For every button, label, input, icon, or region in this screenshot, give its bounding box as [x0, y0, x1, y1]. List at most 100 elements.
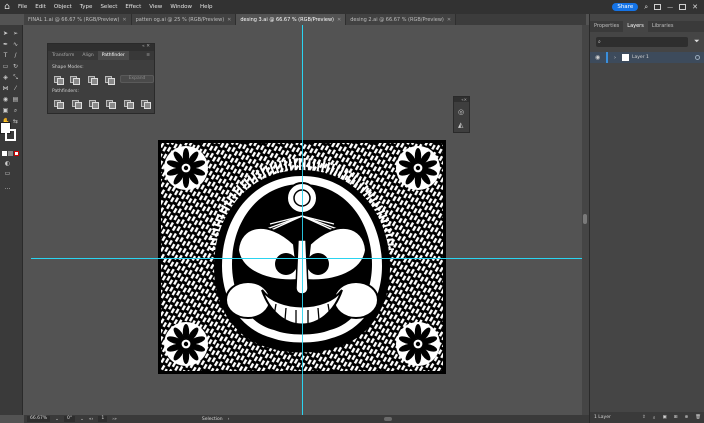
doc-tab[interactable]: desing 2.ai @ 66.67 % (RGB/Preview) ✕	[346, 14, 457, 25]
panel-menu-icon[interactable]: ≡	[142, 51, 154, 60]
chevron-down-icon[interactable]: ⌄	[80, 417, 84, 422]
layer-name[interactable]: Layer 1	[632, 55, 649, 60]
expand-button[interactable]: Expand	[120, 75, 154, 83]
exclude-button[interactable]	[105, 76, 115, 85]
curvature-tool-icon[interactable]: ∿	[12, 42, 19, 48]
artboard-number-field[interactable]: 1	[98, 416, 108, 422]
width-tool-icon[interactable]: ⋈	[2, 86, 9, 92]
gradient-mode-icon[interactable]	[8, 151, 13, 156]
panel-header[interactable]: «✕	[454, 97, 469, 102]
menu-type[interactable]: Type	[76, 4, 97, 10]
menu-effect[interactable]: Effect	[121, 4, 145, 10]
zoom-field[interactable]: 66.67%	[27, 416, 51, 422]
stroke-color-swatch[interactable]	[5, 129, 16, 141]
close-icon[interactable]: ✕	[692, 3, 698, 11]
menu-bar: ⌂ File Edit Object Type Select Effect Vi…	[0, 0, 704, 14]
minus-back-button[interactable]	[141, 100, 151, 109]
divide-button[interactable]	[54, 100, 64, 109]
zoom-tool-icon[interactable]: ⌕	[12, 108, 19, 114]
shape-builder-tool-icon[interactable]: ◉	[2, 97, 9, 103]
merge-button[interactable]	[89, 100, 99, 109]
share-button[interactable]: Share	[612, 3, 639, 11]
gradient-tool-icon[interactable]: ▤	[12, 97, 19, 103]
search-icon[interactable]: ⌕	[644, 3, 648, 12]
pen-tool-icon[interactable]: ✒	[2, 42, 9, 48]
layers-search-input[interactable]: ⌕	[596, 37, 688, 47]
locate-object-icon[interactable]: ⌕	[653, 415, 656, 421]
horizontal-scroll-thumb[interactable]	[384, 417, 393, 421]
home-icon[interactable]: ⌂	[0, 0, 14, 14]
clipping-mask-icon[interactable]: ▣	[662, 415, 666, 420]
layer-color-bar	[606, 52, 608, 63]
selection-tool-icon[interactable]: ➤	[2, 31, 9, 37]
previous-artboard-icon[interactable]: «‹	[89, 417, 94, 422]
outline-button[interactable]	[124, 100, 134, 109]
tab-properties[interactable]: Properties	[590, 21, 623, 32]
screen-mode-icon[interactable]: ▭	[4, 171, 11, 177]
tab-pathfinder[interactable]: Pathfinder	[97, 51, 129, 60]
rotate-tool-icon[interactable]: ↻	[12, 64, 19, 70]
draw-mode-icon[interactable]: ◐	[4, 161, 11, 167]
menu-file[interactable]: File	[14, 4, 31, 10]
tab-layers[interactable]: Layers	[623, 21, 648, 32]
type-tool-icon[interactable]: T	[2, 53, 9, 59]
next-artboard-icon[interactable]: ›»	[112, 417, 117, 422]
minus-front-button[interactable]	[70, 76, 80, 85]
chevron-right-icon[interactable]: ›	[614, 55, 616, 61]
menu-help[interactable]: Help	[196, 4, 217, 10]
target-icon[interactable]	[695, 55, 700, 60]
swap-colors-icon[interactable]: ⇆	[12, 119, 19, 125]
horizontal-guide[interactable]	[31, 258, 582, 259]
layer-row[interactable]: ◉ › Layer 1	[590, 52, 704, 63]
trim-button[interactable]	[72, 100, 82, 109]
eyedropper-tool-icon[interactable]: ⁄	[12, 86, 19, 92]
more-tools-icon[interactable]: …	[4, 185, 11, 191]
line-tool-icon[interactable]: /	[12, 53, 19, 59]
color-mode-icon[interactable]	[2, 151, 7, 156]
artboard-tool-icon[interactable]: ▣	[2, 108, 9, 114]
crop-button[interactable]	[106, 100, 116, 109]
close-tab-icon[interactable]: ✕	[227, 17, 231, 23]
tab-align[interactable]: Align	[78, 51, 97, 60]
minimize-icon[interactable]: —	[667, 4, 673, 11]
new-sublayer-icon[interactable]: ⊞	[674, 415, 678, 420]
close-tab-icon[interactable]: ✕	[447, 17, 451, 23]
scale-tool-icon[interactable]: ⤡	[12, 75, 19, 81]
intersect-button[interactable]	[88, 76, 98, 85]
doc-tab[interactable]: FINAL 1.ai @ 66.67 % (RGB/Preview) ✕	[24, 14, 132, 25]
unite-button[interactable]	[54, 76, 64, 85]
arrange-documents-icon[interactable]	[654, 4, 662, 10]
graphic-styles-icon[interactable]: ◎	[458, 109, 466, 116]
menu-object[interactable]: Object	[50, 4, 76, 10]
direct-selection-tool-icon[interactable]: ➢	[12, 31, 19, 37]
doc-tab[interactable]: patten og.ai @ 25 % (RGB/Preview) ✕	[131, 14, 237, 25]
tab-transform[interactable]: Transform	[48, 51, 78, 60]
filter-icon[interactable]: ⏷	[694, 37, 700, 46]
rectangle-tool-icon[interactable]: ▭	[2, 64, 9, 70]
export-icon[interactable]: ⇪	[642, 415, 646, 420]
eye-icon[interactable]: ◉	[595, 54, 603, 61]
new-layer-icon[interactable]: ⊕	[685, 415, 689, 420]
appearance-icon[interactable]: ◭	[458, 122, 466, 129]
doc-tab-active[interactable]: desing 3.ai @ 66.67 % (RGB/Preview) ✕	[236, 14, 347, 25]
collapsed-panel-stack: «✕ ◎ ◭	[453, 96, 470, 133]
eraser-tool-icon[interactable]: ◈	[2, 75, 9, 81]
document-tabs: FINAL 1.ai @ 66.67 % (RGB/Preview) ✕ patt…	[24, 14, 586, 25]
menu-view[interactable]: View	[145, 4, 166, 10]
vertical-scroll-thumb[interactable]	[583, 214, 587, 224]
close-tab-icon[interactable]: ✕	[122, 17, 126, 23]
right-panel-tabs: Properties Layers Libraries	[590, 21, 704, 32]
layers-panel: Properties Layers Libraries ⌕ ⏷ ◉ › Laye…	[589, 14, 704, 423]
menu-window[interactable]: Window	[166, 4, 196, 10]
panel-header[interactable]: « ✕	[48, 44, 154, 51]
chevron-down-icon[interactable]: ⌄	[55, 417, 59, 422]
chevron-right-icon[interactable]: ›	[228, 417, 230, 422]
close-tab-icon[interactable]: ✕	[337, 17, 341, 23]
maximize-icon[interactable]	[679, 4, 687, 10]
rotation-field[interactable]: 0°	[63, 416, 76, 422]
tab-libraries[interactable]: Libraries	[648, 21, 678, 32]
none-mode-icon[interactable]	[14, 151, 19, 156]
menu-select[interactable]: Select	[96, 4, 121, 10]
delete-icon[interactable]: 🗑	[695, 415, 701, 420]
menu-edit[interactable]: Edit	[31, 4, 50, 10]
